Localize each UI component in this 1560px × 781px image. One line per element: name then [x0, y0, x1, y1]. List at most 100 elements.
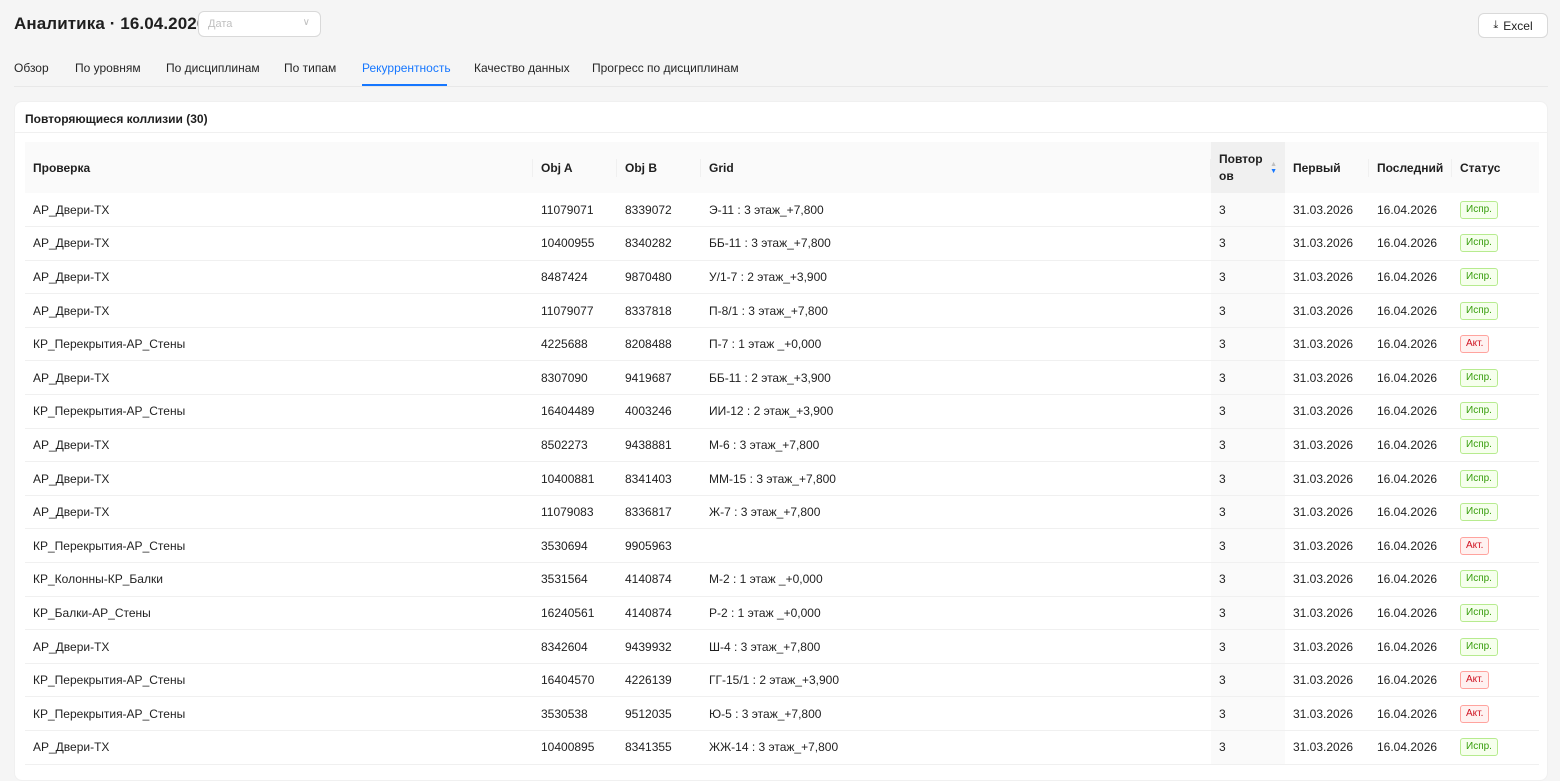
cell-first-date: 31.03.2026 — [1285, 696, 1369, 731]
table-row[interactable]: АР_Двери-ТХ 11079071 8339072 Э-11 : 3 этаж_… — [25, 193, 1539, 228]
cell-obj-b: 4003246 — [617, 394, 701, 429]
cell-last-date: 16.04.2026 — [1369, 327, 1452, 362]
table-row[interactable]: АР_Двери-ТХ 8307090 9419687 ББ-11 : 2 этаж_… — [25, 360, 1539, 396]
tab-by-levels[interactable]: По уровням — [75, 61, 141, 75]
active-tab-indicator — [362, 84, 447, 86]
status-badge: Испр. — [1460, 234, 1498, 253]
tab-data-quality[interactable]: Качество данных — [474, 61, 570, 75]
cell-first-date: 31.03.2026 — [1285, 226, 1369, 261]
column-header-last[interactable]: Последний — [1369, 142, 1452, 193]
status-badge: Испр. — [1460, 368, 1498, 387]
table-row[interactable]: КР_Перекрытия-АР_Стены 3530694 9905963 3 31.… — [25, 528, 1539, 564]
cell-check: КР_Балки-АР_Стены — [25, 596, 533, 631]
cell-last-date: 16.04.2026 — [1369, 528, 1452, 564]
cell-first-date: 31.03.2026 — [1285, 193, 1369, 228]
cell-last-date: 16.04.2026 — [1369, 293, 1452, 328]
cell-last-date: 16.04.2026 — [1369, 562, 1452, 597]
cell-first-date: 31.03.2026 — [1285, 394, 1369, 429]
cell-grid: ББ-11 : 3 этаж_+7,800 — [701, 226, 1211, 261]
column-header-check[interactable]: Проверка — [25, 142, 533, 193]
cell-repeats: 3 — [1211, 360, 1285, 396]
cell-repeats: 3 — [1211, 495, 1285, 530]
table-row[interactable]: АР_Двери-ТХ 11079083 8336817 Ж-7 : 3 этаж_+… — [25, 495, 1539, 530]
column-header-label: Последний — [1377, 160, 1444, 175]
cell-check: АР_Двери-ТХ — [25, 629, 533, 664]
column-header-status[interactable]: Статус — [1452, 142, 1539, 193]
cell-obj-a: 3530538 — [533, 696, 617, 731]
column-header-first[interactable]: Первый — [1285, 142, 1369, 193]
cell-grid: ГГ-15/1 : 2 этаж_+3,900 — [701, 663, 1211, 698]
table-row[interactable]: АР_Двери-ТХ 10400895 8341355 ЖЖ-14 : 3 этаж… — [25, 730, 1539, 765]
cell-grid: ММ-15 : 3 этаж_+7,800 — [701, 461, 1211, 496]
cell-repeats: 3 — [1211, 327, 1285, 362]
cell-obj-b: 8336817 — [617, 495, 701, 530]
table-row[interactable]: АР_Двери-ТХ 10400955 8340282 ББ-11 : 3 этаж… — [25, 226, 1539, 261]
status-badge: Испр. — [1460, 469, 1498, 488]
page-title: Аналитика · 16.04.2026 — [14, 14, 207, 33]
tab-by-types[interactable]: По типам — [284, 61, 336, 75]
table-row[interactable]: АР_Двери-ТХ 11079077 8337818 П-8/1 : 3 этаж… — [25, 293, 1539, 328]
cell-first-date: 31.03.2026 — [1285, 663, 1369, 698]
column-header-repeats[interactable]: Повторов ▲ ▼ — [1211, 142, 1285, 193]
cell-obj-b: 9419687 — [617, 360, 701, 396]
cell-obj-b: 9512035 — [617, 696, 701, 731]
column-header-obj-b[interactable]: Obj B — [617, 142, 701, 193]
cell-repeats: 3 — [1211, 260, 1285, 295]
cell-check: КР_Перекрытия-АР_Стены — [25, 528, 533, 564]
status-badge: Акт. — [1460, 335, 1490, 354]
cell-check: КР_Перекрытия-АР_Стены — [25, 394, 533, 429]
cell-obj-a: 10400881 — [533, 461, 617, 496]
column-header-label: Obj B — [625, 160, 657, 175]
table-row[interactable]: КР_Перекрытия-АР_Стены 3530538 9512035 Ю-5 … — [25, 696, 1539, 731]
column-header-grid[interactable]: Grid — [701, 142, 1211, 193]
tab-overview[interactable]: Обзор — [14, 61, 49, 75]
table-row[interactable]: КР_Перекрытия-АР_Стены 4225688 8208488 П-7 … — [25, 327, 1539, 362]
tab-recurrence[interactable]: Рекуррентность — [362, 61, 451, 75]
table-row[interactable]: КР_Перекрытия-АР_Стены 16404570 4226139 ГГ-… — [25, 663, 1539, 698]
cell-first-date: 31.03.2026 — [1285, 528, 1369, 564]
cell-obj-b: 4140874 — [617, 596, 701, 631]
cell-status: Испр. — [1452, 730, 1539, 765]
cell-check: КР_Колонны-КР_Балки — [25, 562, 533, 597]
table-row[interactable]: АР_Двери-ТХ 8487424 9870480 У/1-7 : 2 этаж_… — [25, 260, 1539, 295]
cell-status: Испр. — [1452, 226, 1539, 261]
table-row[interactable]: КР_Балки-АР_Стены 16240561 4140874 Р-2 : 1 … — [25, 596, 1539, 631]
cell-obj-a: 16404489 — [533, 394, 617, 429]
table-row[interactable]: АР_Двери-ТХ 8502273 9438881 М-6 : 3 этаж_+7… — [25, 428, 1539, 463]
cell-first-date: 31.03.2026 — [1285, 360, 1369, 396]
cell-first-date: 31.03.2026 — [1285, 495, 1369, 530]
cell-obj-a: 3530694 — [533, 528, 617, 564]
page-header: Аналитика · 16.04.2026 Дата ∨ ⤓ Excel — [14, 11, 1548, 39]
tabs-bar: Обзор По уровням По дисциплинам По типам… — [14, 56, 1548, 87]
status-badge: Испр. — [1460, 200, 1498, 219]
cell-last-date: 16.04.2026 — [1369, 730, 1452, 765]
status-badge: Испр. — [1460, 301, 1498, 320]
tab-by-disciplines[interactable]: По дисциплинам — [166, 61, 260, 75]
cell-first-date: 31.03.2026 — [1285, 327, 1369, 362]
tab-discipline-progress[interactable]: Прогресс по дисциплинам — [592, 61, 739, 75]
column-header-obj-a[interactable]: Obj A — [533, 142, 617, 193]
cell-status: Испр. — [1452, 495, 1539, 530]
cell-last-date: 16.04.2026 — [1369, 428, 1452, 463]
cell-obj-b: 9905963 — [617, 528, 701, 564]
cell-status: Испр. — [1452, 260, 1539, 295]
cell-repeats: 3 — [1211, 663, 1285, 698]
cell-obj-a: 4225688 — [533, 327, 617, 362]
table-header-row: Проверка Obj A Obj B Grid Повторов ▲ ▼ Пе… — [25, 142, 1539, 193]
table-row[interactable]: КР_Перекрытия-АР_Стены 16404489 4003246 ИИ-… — [25, 394, 1539, 429]
excel-export-button[interactable]: ⤓ Excel — [1478, 13, 1548, 38]
cell-check: КР_Перекрытия-АР_Стены — [25, 327, 533, 362]
cell-repeats: 3 — [1211, 562, 1285, 597]
table-row[interactable]: КР_Колонны-КР_Балки 3531564 4140874 М-2 : 1… — [25, 562, 1539, 597]
cell-status: Испр. — [1452, 193, 1539, 228]
table-row[interactable]: АР_Двери-ТХ 8342604 9439932 Ш-4 : 3 этаж_+7… — [25, 629, 1539, 664]
date-picker[interactable]: Дата ∨ — [198, 11, 321, 37]
column-header-label: Проверка — [33, 160, 91, 175]
sort-icon[interactable]: ▲ ▼ — [1270, 161, 1277, 175]
column-header-label: Obj A — [541, 160, 573, 175]
cell-last-date: 16.04.2026 — [1369, 226, 1452, 261]
cell-last-date: 16.04.2026 — [1369, 663, 1452, 698]
table-row[interactable]: АР_Двери-ТХ 10400881 8341403 ММ-15 : 3 этаж… — [25, 461, 1539, 496]
cell-grid: У/1-7 : 2 этаж_+3,900 — [701, 260, 1211, 295]
cell-last-date: 16.04.2026 — [1369, 495, 1452, 530]
